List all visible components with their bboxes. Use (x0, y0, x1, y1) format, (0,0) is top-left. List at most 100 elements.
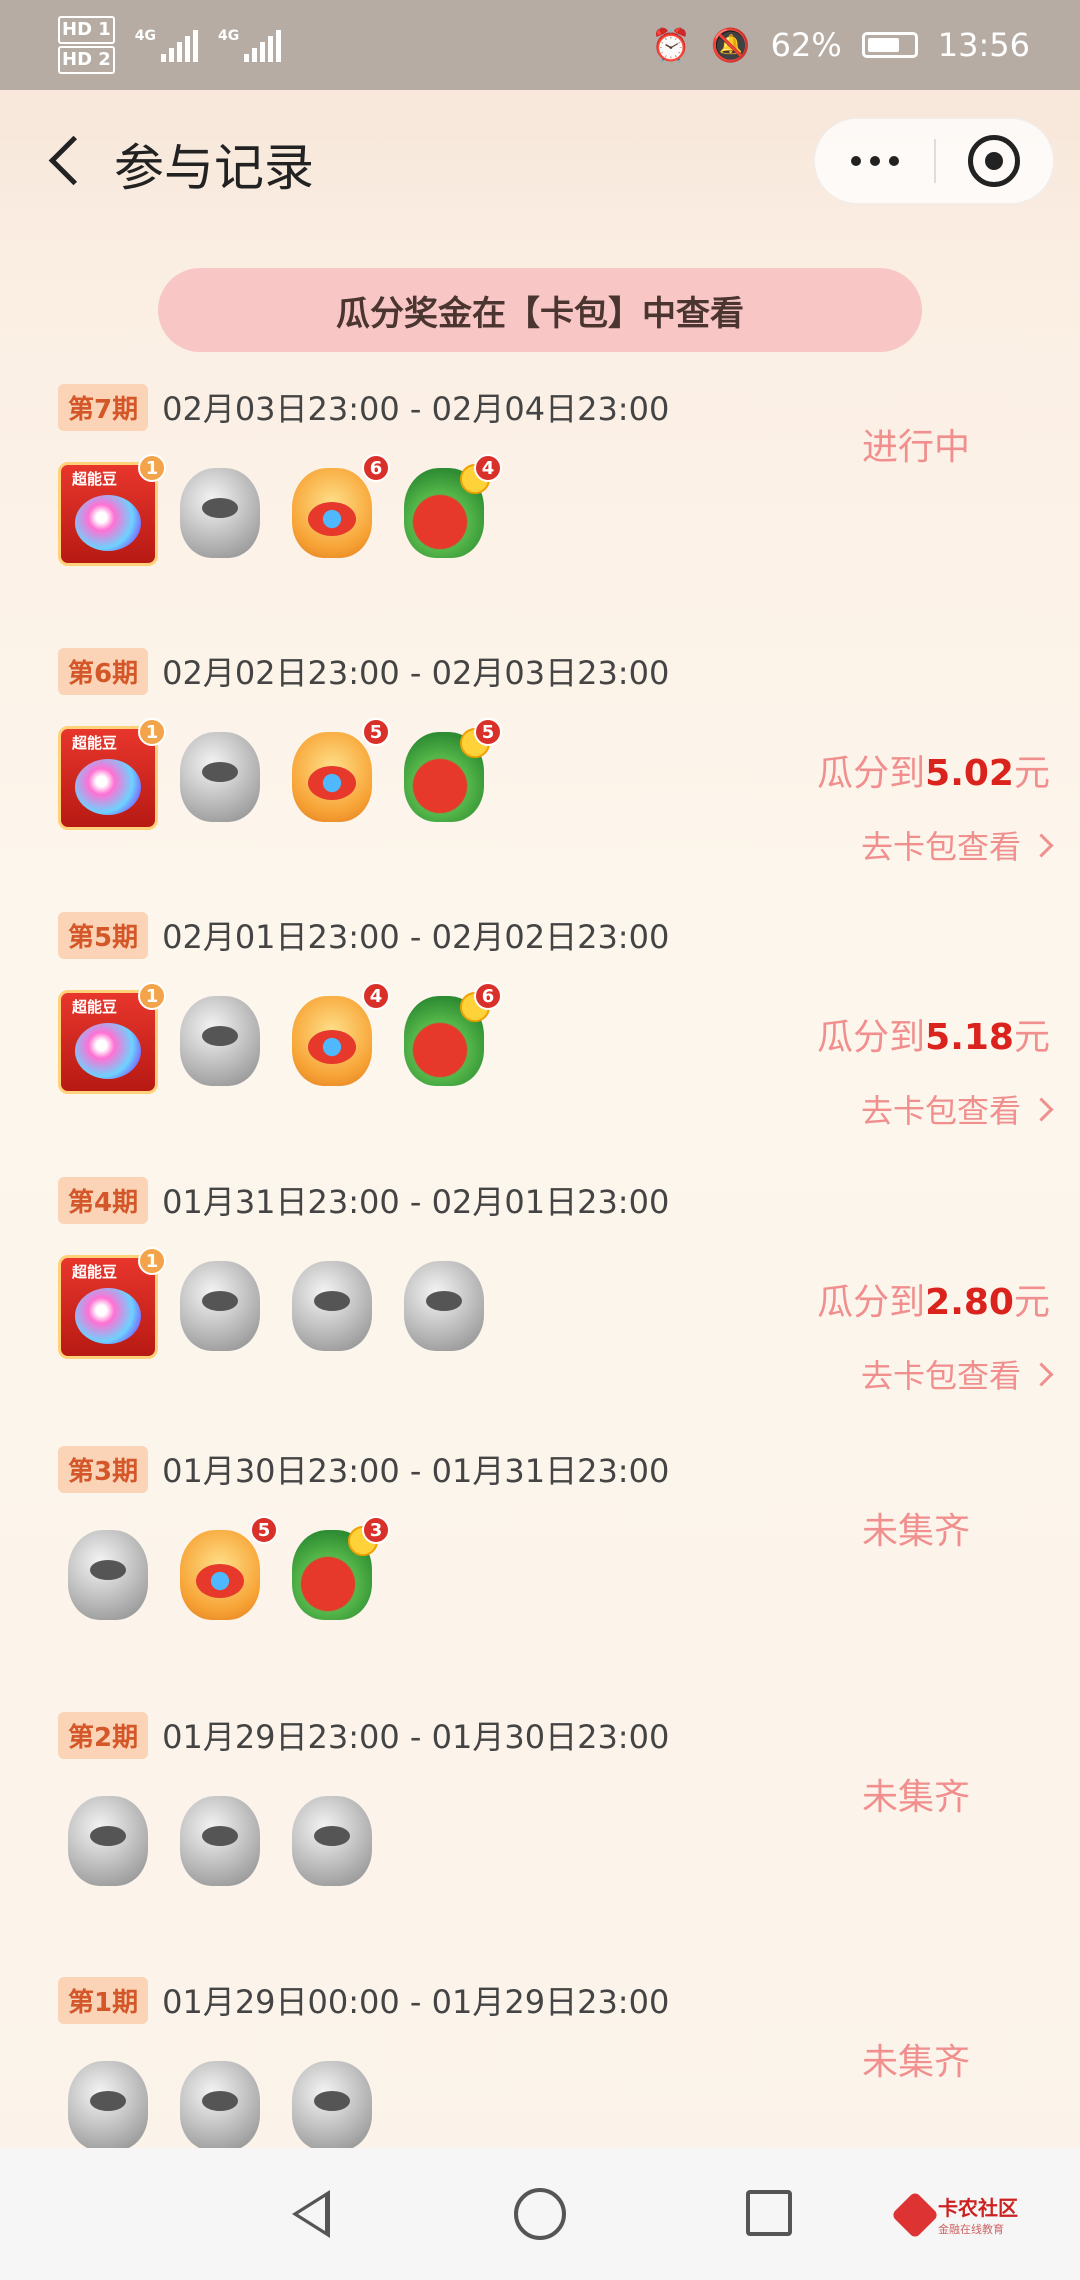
gray-bean-icon (58, 1520, 158, 1630)
signal-icon: 4G (218, 28, 282, 62)
gray-bean-icon (170, 458, 270, 568)
super-bean-icon: 超能豆 1 (58, 718, 166, 832)
super-bean-label: 超能豆 (72, 998, 118, 1016)
bean-count-badge: 5 (250, 1516, 278, 1544)
close-button[interactable] (936, 118, 1053, 204)
card-wallet-banner[interactable]: 瓜分奖金在【卡包】中查看 (158, 268, 922, 352)
record-row: 第6期 02月02日23:00 - 02月03日23:00 超能豆 1 5 5 瓜分到5.0… (0, 646, 1080, 906)
lucky-bean-icon: 5 (282, 718, 390, 832)
gray-bean-icon (170, 1786, 270, 1896)
clock: 13:56 (937, 26, 1030, 64)
period-date-range: 02月01日23:00 - 02月02日23:00 (162, 918, 670, 956)
reward-prefix: 瓜分到 (817, 1282, 926, 1323)
bean-count-badge: 1 (138, 718, 166, 746)
period-date-range: 02月03日23:00 - 02月04日23:00 (162, 390, 670, 428)
gray-bean-icon (282, 2051, 382, 2161)
link-label: 去卡包查看 (860, 1092, 1021, 1130)
reward-amount: 瓜分到2.80元 (817, 1273, 1050, 1325)
status-right: ⏰ 🔕 62% 13:56 (651, 26, 1030, 64)
super-bean-label: 超能豆 (72, 1263, 118, 1281)
period-line: 第2期 01月29日23:00 - 01月30日23:00 (58, 1710, 669, 1760)
super-bean-icon: 超能豆 1 (58, 982, 166, 1096)
reward-prefix: 瓜分到 (817, 753, 926, 794)
back-button[interactable] (36, 130, 96, 190)
super-bean-label: 超能豆 (72, 734, 118, 752)
record-status: 未集齐 (861, 1511, 970, 1552)
bean-count-badge: 1 (138, 1247, 166, 1275)
gray-bean-icon (58, 1786, 158, 1896)
gray-bean-icon (282, 1251, 382, 1361)
period-badge: 第2期 (58, 1711, 149, 1759)
record-status: 进行中 (861, 427, 970, 468)
reward-value: 2.80 (925, 1282, 1014, 1323)
bean-count-badge: 4 (474, 454, 502, 482)
battery-percent: 62% (770, 26, 842, 64)
period-date-range: 01月29日23:00 - 01月30日23:00 (162, 1718, 670, 1756)
period-line: 第5期 02月01日23:00 - 02月02日23:00 (58, 910, 669, 960)
bean-icons (58, 1786, 382, 1896)
reward-amount: 瓜分到5.18元 (817, 1008, 1050, 1060)
period-date-range: 02月02日23:00 - 02月03日23:00 (162, 654, 670, 692)
target-icon (968, 135, 1021, 187)
period-badge: 第7期 (58, 383, 149, 431)
signal-icon: 4G (134, 28, 199, 62)
bean-count-badge: 5 (474, 718, 502, 746)
super-bean-label: 超能豆 (72, 470, 118, 488)
fortune-bean-icon: 5 (394, 718, 502, 832)
app-header: 参与记录 (0, 90, 1080, 230)
bean-icons: 超能豆 1 5 5 (58, 718, 502, 832)
reward-unit: 元 (1013, 1017, 1050, 1058)
link-label: 去卡包查看 (860, 828, 1021, 866)
reward-unit: 元 (1013, 1282, 1050, 1323)
gray-bean-icon (394, 1251, 494, 1361)
view-card-wallet-link[interactable]: 去卡包查看 (861, 1351, 1050, 1397)
view-card-wallet-link[interactable]: 去卡包查看 (861, 1086, 1050, 1132)
hd2-label: HD 2 (58, 46, 115, 74)
hd-indicator: HD 1 HD 2 (58, 15, 115, 75)
gray-bean-icon (170, 2051, 270, 2161)
nav-back-icon[interactable] (284, 2188, 336, 2240)
gray-bean-icon (170, 1251, 270, 1361)
bean-count-badge: 4 (362, 982, 390, 1010)
view-card-wallet-link[interactable]: 去卡包查看 (861, 822, 1050, 868)
record-row: 第4期 01月31日23:00 - 02月01日23:00 超能豆 1 瓜分到2.80元… (0, 1175, 1080, 1435)
net1-label: 4G (134, 28, 157, 44)
more-button[interactable] (815, 118, 934, 204)
status-left: HD 1 HD 2 4G 4G (58, 15, 282, 75)
reward-amount: 瓜分到5.02元 (817, 744, 1050, 796)
net2-label: 4G (218, 28, 240, 44)
status-bar: HD 1 HD 2 4G 4G ⏰ 🔕 62% 13:56 (0, 0, 1080, 90)
record-status: 未集齐 (861, 2042, 970, 2083)
period-line: 第6期 02月02日23:00 - 02月03日23:00 (58, 646, 669, 696)
reward-unit: 元 (1013, 753, 1050, 794)
nav-recent-icon[interactable] (746, 2190, 792, 2236)
link-label: 去卡包查看 (860, 1357, 1021, 1395)
alarm-icon: ⏰ (650, 26, 691, 64)
period-badge: 第5期 (58, 911, 149, 959)
bean-count-badge: 5 (362, 718, 390, 746)
fortune-bean-icon: 4 (394, 454, 502, 568)
period-date-range: 01月30日23:00 - 01月31日23:00 (162, 1452, 670, 1490)
bean-icons: 53 (58, 1516, 390, 1630)
record-row: 第3期 01月30日23:00 - 01月31日23:00 5 3 未集齐 (0, 1444, 1080, 1704)
period-line: 第7期 02月03日23:00 - 02月04日23:00 (58, 382, 669, 432)
bean-count-badge: 6 (362, 454, 390, 482)
watermark-sub: 金融在线教育 (938, 2223, 1004, 2236)
lucky-bean-icon: 6 (282, 454, 390, 568)
period-line: 第4期 01月31日23:00 - 02月01日23:00 (58, 1175, 669, 1225)
nav-home-icon[interactable] (514, 2188, 566, 2240)
page-title: 参与记录 (114, 139, 314, 197)
reward-prefix: 瓜分到 (817, 1017, 926, 1058)
period-badge: 第4期 (58, 1176, 149, 1224)
period-badge: 第1期 (58, 1976, 149, 2024)
record-row: 第5期 02月01日23:00 - 02月02日23:00 超能豆 1 4 6 瓜分到5.1… (0, 910, 1080, 1170)
system-nav-bar: 卡农社区 金融在线教育 (0, 2148, 1080, 2280)
period-badge: 第3期 (58, 1445, 149, 1493)
gray-bean-icon (170, 986, 270, 1096)
gray-bean-icon (58, 2051, 158, 2161)
period-line: 第1期 01月29日00:00 - 01月29日23:00 (58, 1975, 669, 2025)
period-date-range: 01月29日00:00 - 01月29日23:00 (162, 1983, 670, 2021)
gray-bean-icon (170, 722, 270, 832)
hd1-label: HD 1 (58, 16, 115, 44)
bean-count-badge: 1 (138, 454, 166, 482)
